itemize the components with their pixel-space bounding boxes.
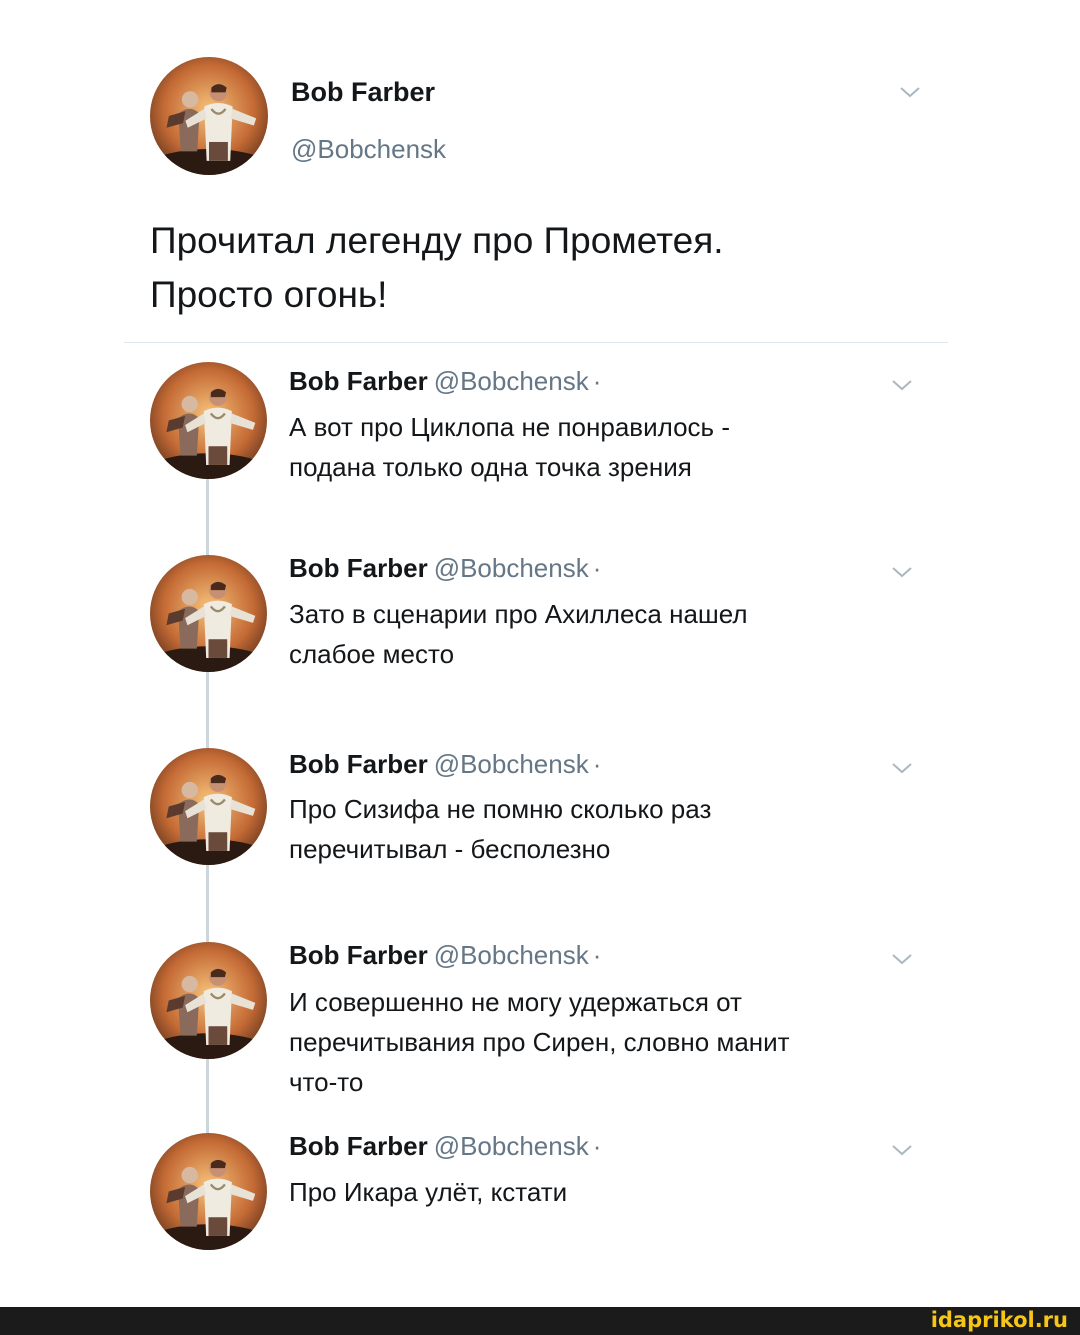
reply-line: подана только одна точка зрения xyxy=(289,452,692,482)
reply-header: Bob Farber @Bobchensk · xyxy=(289,1131,601,1162)
reply-line: Про Икара улёт, кстати xyxy=(289,1177,568,1207)
divider xyxy=(124,342,948,343)
separator-dot: · xyxy=(592,749,602,779)
main-tweet-line: Прочитал легенду про Прометея. xyxy=(150,220,724,261)
reply-header: Bob Farber @Bobchensk · xyxy=(289,749,601,780)
separator-dot: · xyxy=(592,366,602,396)
reply-line: слабое место xyxy=(289,639,455,669)
main-tweet-line: Просто огонь! xyxy=(150,274,388,315)
reply-text: Про Икара улёт, кстати xyxy=(289,1172,929,1212)
reply-menu-chevron-down-icon[interactable] xyxy=(891,378,913,392)
reply-avatar[interactable] xyxy=(150,748,267,865)
reply-author-name[interactable]: Bob Farber xyxy=(289,553,428,583)
reply-author-name[interactable]: Bob Farber xyxy=(289,749,428,779)
main-avatar[interactable] xyxy=(150,57,268,175)
reply-author-handle[interactable]: @Bobchensk xyxy=(434,749,589,779)
avatar-photo-icon xyxy=(150,555,267,672)
reply-text: Про Сизифа не помню сколько раз перечиты… xyxy=(289,789,929,869)
avatar-photo-icon xyxy=(150,1133,267,1250)
main-menu-chevron-down-icon[interactable] xyxy=(899,85,921,99)
reply-avatar[interactable] xyxy=(150,362,267,479)
avatar-photo-icon xyxy=(150,942,267,1059)
reply-author-name[interactable]: Bob Farber xyxy=(289,940,428,970)
reply-header: Bob Farber @Bobchensk · xyxy=(289,553,601,584)
separator-dot: · xyxy=(592,553,602,583)
reply-menu-chevron-down-icon[interactable] xyxy=(891,952,913,966)
main-author-name[interactable]: Bob Farber xyxy=(291,77,435,108)
avatar-photo-icon xyxy=(150,57,268,175)
reply-author-name[interactable]: Bob Farber xyxy=(289,366,428,396)
reply-line: что-то xyxy=(289,1067,364,1097)
reply-author-name[interactable]: Bob Farber xyxy=(289,1131,428,1161)
avatar-photo-icon xyxy=(150,362,267,479)
reply-line: перечитывания про Сирен, словно манит xyxy=(289,1027,790,1057)
reply-line: Про Сизифа не помню сколько раз xyxy=(289,794,712,824)
reply-author-handle[interactable]: @Bobchensk xyxy=(434,940,589,970)
reply-header: Bob Farber @Bobchensk · xyxy=(289,940,601,971)
reply-avatar[interactable] xyxy=(150,1133,267,1250)
reply-text: И совершенно не могу удержаться от переч… xyxy=(289,982,929,1102)
main-tweet-text: Прочитал легенду про Прометея. Просто ог… xyxy=(150,214,970,322)
reply-header: Bob Farber @Bobchensk · xyxy=(289,366,601,397)
reply-author-handle[interactable]: @Bobchensk xyxy=(434,553,589,583)
reply-line: И совершенно не могу удержаться от xyxy=(289,987,742,1017)
separator-dot: · xyxy=(592,1131,602,1161)
reply-author-handle[interactable]: @Bobchensk xyxy=(434,1131,589,1161)
main-author-handle[interactable]: @Bobchensk xyxy=(291,134,446,165)
reply-avatar[interactable] xyxy=(150,555,267,672)
reply-text: Зато в сценарии про Ахиллеса нашел слабо… xyxy=(289,594,929,674)
reply-author-handle[interactable]: @Bobchensk xyxy=(434,366,589,396)
reply-avatar[interactable] xyxy=(150,942,267,1059)
reply-line: Зато в сценарии про Ахиллеса нашел xyxy=(289,599,748,629)
reply-menu-chevron-down-icon[interactable] xyxy=(891,761,913,775)
reply-text: А вот про Циклопа не понравилось - подан… xyxy=(289,407,929,487)
separator-dot: · xyxy=(592,940,602,970)
reply-menu-chevron-down-icon[interactable] xyxy=(891,1143,913,1157)
reply-line: перечитывал - бесполезно xyxy=(289,834,611,864)
footer-bar xyxy=(0,1307,1080,1335)
avatar-photo-icon xyxy=(150,748,267,865)
watermark-text: idaprikol.ru xyxy=(930,1308,1068,1332)
reply-menu-chevron-down-icon[interactable] xyxy=(891,565,913,579)
reply-line: А вот про Циклопа не понравилось - xyxy=(289,412,730,442)
